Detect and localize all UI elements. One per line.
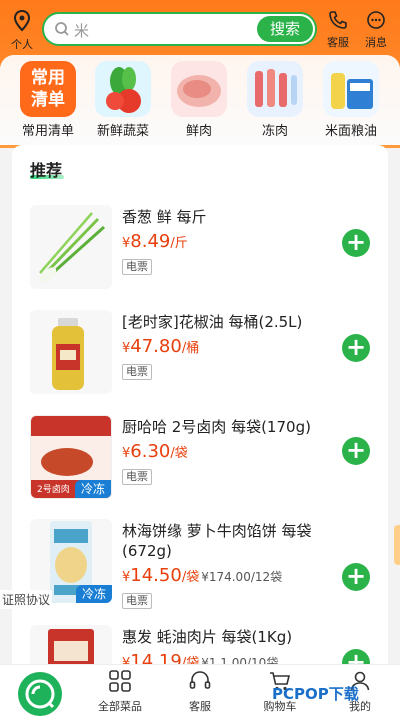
search-button[interactable]: 搜索 — [257, 16, 313, 42]
location-pin-icon — [13, 9, 31, 32]
nav-label: 全部菜品 — [98, 700, 142, 713]
search-input[interactable]: 米 — [74, 20, 89, 41]
category-label: 常用清单 — [21, 124, 74, 139]
e-invoice-badge: 电票 — [122, 259, 152, 275]
message-icon — [367, 11, 385, 29]
product-title: 厨哈哈 2号卤肉 每袋(170g) — [122, 418, 311, 436]
customer-service-button[interactable]: 客服 — [318, 10, 358, 50]
product-title: 惠发 蚝油肉片 每袋(1Kg) — [122, 628, 293, 646]
nav-customer-service[interactable]: 客服 — [170, 669, 230, 714]
product-thumbnail — [30, 205, 112, 289]
category-rice-flour-oil[interactable]: 米面粮油 — [316, 61, 386, 139]
frequent-list-icon: 常用清单 — [20, 61, 76, 117]
nav-all-dishes[interactable]: 全部菜品 — [90, 669, 150, 714]
top-row: 个人 米 搜索 客服 消息 — [0, 8, 400, 51]
vegetables-icon — [95, 61, 151, 117]
service-label: 客服 — [327, 36, 349, 49]
product-title: [老时家]花椒油 每桶(2.5L) — [122, 313, 303, 331]
profile-location-button[interactable]: 个人 — [2, 9, 42, 51]
product-thumbnail — [30, 310, 112, 394]
product-title: 香葱 鲜 每斤 — [122, 208, 207, 226]
search-icon — [55, 22, 69, 36]
message-label: 消息 — [365, 36, 387, 49]
product-price: ¥14.50/袋 ¥174.00/12袋 — [122, 565, 283, 586]
product-item[interactable]: 2号卤肉 冷冻 厨哈哈 2号卤肉 每袋(170g) ¥6.30/袋 电票 + — [12, 415, 388, 515]
phone-icon — [329, 11, 347, 29]
add-to-cart-button[interactable]: + — [342, 437, 370, 465]
product-price: ¥47.80/桶 — [122, 336, 200, 357]
e-invoice-badge: 电票 — [122, 364, 152, 380]
category-fresh-vegetables[interactable]: 新鲜蔬菜 — [88, 61, 158, 139]
product-item[interactable]: 香葱 鲜 每斤 ¥8.49/斤 电票 + — [12, 205, 388, 305]
add-to-cart-button[interactable]: + — [342, 563, 370, 591]
category-frequent-list[interactable]: 常用清单 常用清单 — [13, 61, 83, 139]
e-invoice-badge: 电票 — [122, 593, 152, 609]
category-label: 米面粮油 — [324, 124, 377, 139]
product-item[interactable]: 冷冻 林海饼缘 萝卜牛肉馅饼 每袋(672g) ¥14.50/袋 ¥174.00/… — [12, 519, 388, 619]
category-fresh-meat[interactable]: 鲜肉 — [164, 61, 234, 139]
profile-label: 个人 — [11, 38, 33, 51]
frozen-tag: 冷冻 — [75, 480, 111, 498]
search-box[interactable]: 米 搜索 — [42, 12, 317, 46]
thumbnail-caption: 2号卤肉 — [37, 485, 70, 495]
frozen-meat-icon — [247, 61, 303, 117]
product-item[interactable]: [老时家]花椒油 每桶(2.5L) ¥47.80/桶 电票 + — [12, 310, 388, 410]
product-price: ¥6.30/袋 — [122, 441, 188, 462]
section-title: 推荐 — [30, 161, 63, 180]
nav-label: 客服 — [189, 700, 211, 713]
home-button[interactable] — [18, 672, 62, 716]
rice-flour-oil-icon — [323, 61, 379, 117]
watermark-text: PCPOP下载 — [272, 685, 359, 703]
messages-button[interactable]: 消息 — [356, 10, 396, 50]
home-logo-icon — [25, 679, 55, 709]
recommend-card: 推荐 香葱 鲜 每斤 ¥8.49/斤 电票 + [老时家]花椒油 每桶(2.5L… — [12, 145, 388, 685]
category-label: 鲜肉 — [185, 124, 212, 139]
frequent-list-icon-text: 常用清单 — [31, 68, 65, 110]
side-float-tab[interactable] — [394, 525, 400, 565]
product-price: ¥8.49/斤 — [122, 231, 188, 252]
product-title: 林海饼缘 萝卜牛肉馅饼 每袋(672g) — [122, 522, 312, 560]
frozen-tag: 冷冻 — [76, 585, 112, 603]
add-to-cart-button[interactable]: + — [342, 334, 370, 362]
category-label: 冻肉 — [261, 124, 288, 139]
category-panel: 常用清单 常用清单 新鲜蔬菜 鲜肉 冻肉 米面粮油 — [0, 55, 400, 145]
fresh-meat-icon — [171, 61, 227, 117]
category-label: 新鲜蔬菜 — [96, 124, 149, 139]
category-frozen-meat[interactable]: 冻肉 — [240, 61, 310, 139]
product-thumbnail: 2号卤肉 冷冻 — [30, 415, 112, 499]
headset-icon — [189, 671, 211, 689]
license-agreement-link[interactable]: 证照协议 — [0, 590, 53, 609]
grid-icon — [109, 670, 131, 692]
e-invoice-badge: 电票 — [122, 469, 152, 485]
add-to-cart-button[interactable]: + — [342, 229, 370, 257]
